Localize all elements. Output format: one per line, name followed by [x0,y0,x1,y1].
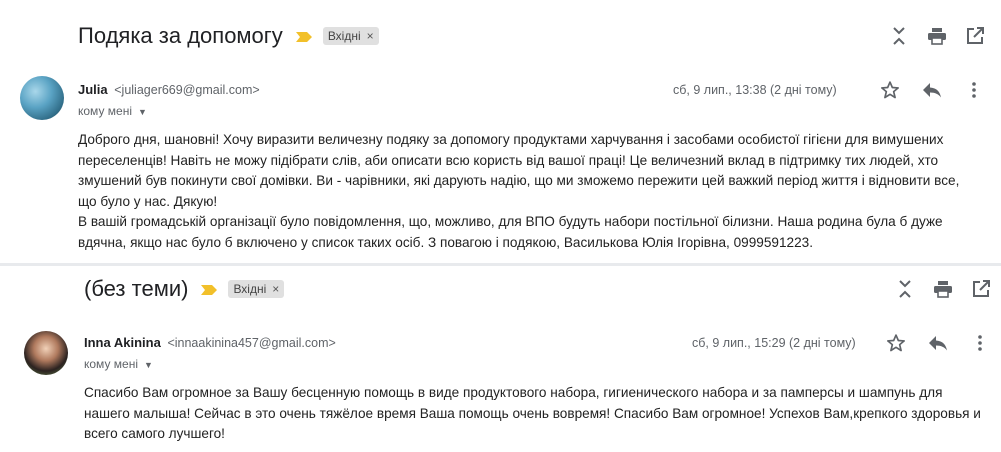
star-icon[interactable] [886,333,906,353]
sender-line: Inna Akinina <innaakinina457@gmail.com> [84,335,336,350]
importance-marker-icon[interactable] [295,30,313,42]
remove-label-icon[interactable]: × [367,29,374,43]
chevron-down-icon: ▼ [144,360,153,370]
message-body: Доброго дня, шановні! Хочу виразити вели… [78,130,978,253]
recipient-details-toggle[interactable]: кому мені ▼ [84,357,153,371]
more-vert-icon[interactable] [964,80,984,100]
thread-subject: Подяка за допомогу [78,23,283,48]
sender-email: <juliager669@gmail.com> [114,83,260,97]
message-date: сб, 9 лип., 15:29 (2 дні тому) [692,336,856,350]
reply-icon[interactable] [922,80,942,100]
sender-name[interactable]: Julia [78,82,108,97]
email-thread-1: Подяка за допомогу Вхідні × Julia <julia… [0,0,1001,265]
print-icon[interactable] [927,26,947,46]
sender-avatar [24,331,68,375]
sender-name[interactable]: Inna Akinina [84,335,161,350]
message-paragraph: Спасибо Вам огромное за Вашу бесценную п… [84,385,981,441]
sender-email: <innaakinina457@gmail.com> [167,336,336,350]
recipient-details-toggle[interactable]: кому мені ▼ [78,104,147,118]
recipient-text: кому мені [78,104,132,118]
sender-line: Julia <juliager669@gmail.com> [78,82,260,97]
label-text: Вхідні [233,282,267,296]
print-icon[interactable] [933,279,953,299]
open-in-new-window-icon[interactable] [971,279,991,299]
message-actions [880,80,984,100]
message-body: Спасибо Вам огромное за Вашу бесценную п… [84,383,988,445]
message-paragraph: В вашій громадській організації було пов… [78,214,943,250]
collapse-all-icon[interactable] [889,26,909,46]
subject-row: (без теми) Вхідні × [84,269,285,309]
open-in-new-window-icon[interactable] [965,26,985,46]
subject-row: Подяка за допомогу Вхідні × [78,16,379,56]
importance-marker-icon[interactable] [200,283,218,295]
more-vert-icon[interactable] [970,333,990,353]
message-paragraph: Доброго дня, шановні! Хочу виразити вели… [78,132,960,209]
message-actions [886,333,990,353]
chevron-down-icon: ▼ [138,107,147,117]
inbox-label-chip[interactable]: Вхідні × [228,280,285,298]
message-date: сб, 9 лип., 13:38 (2 дні тому) [673,83,837,97]
thread-actions [889,26,985,46]
thread-actions [895,279,991,299]
label-text: Вхідні [327,29,361,43]
recipient-text: кому мені [84,357,138,371]
reply-icon[interactable] [928,333,948,353]
thread-subject: (без теми) [84,276,189,301]
inbox-label-chip[interactable]: Вхідні × [322,27,379,45]
email-thread-2: (без теми) Вхідні × Inna Akinina <innaak… [0,265,1001,452]
collapse-all-icon[interactable] [895,279,915,299]
star-icon[interactable] [880,80,900,100]
sender-avatar [20,76,64,120]
remove-label-icon[interactable]: × [272,282,279,296]
